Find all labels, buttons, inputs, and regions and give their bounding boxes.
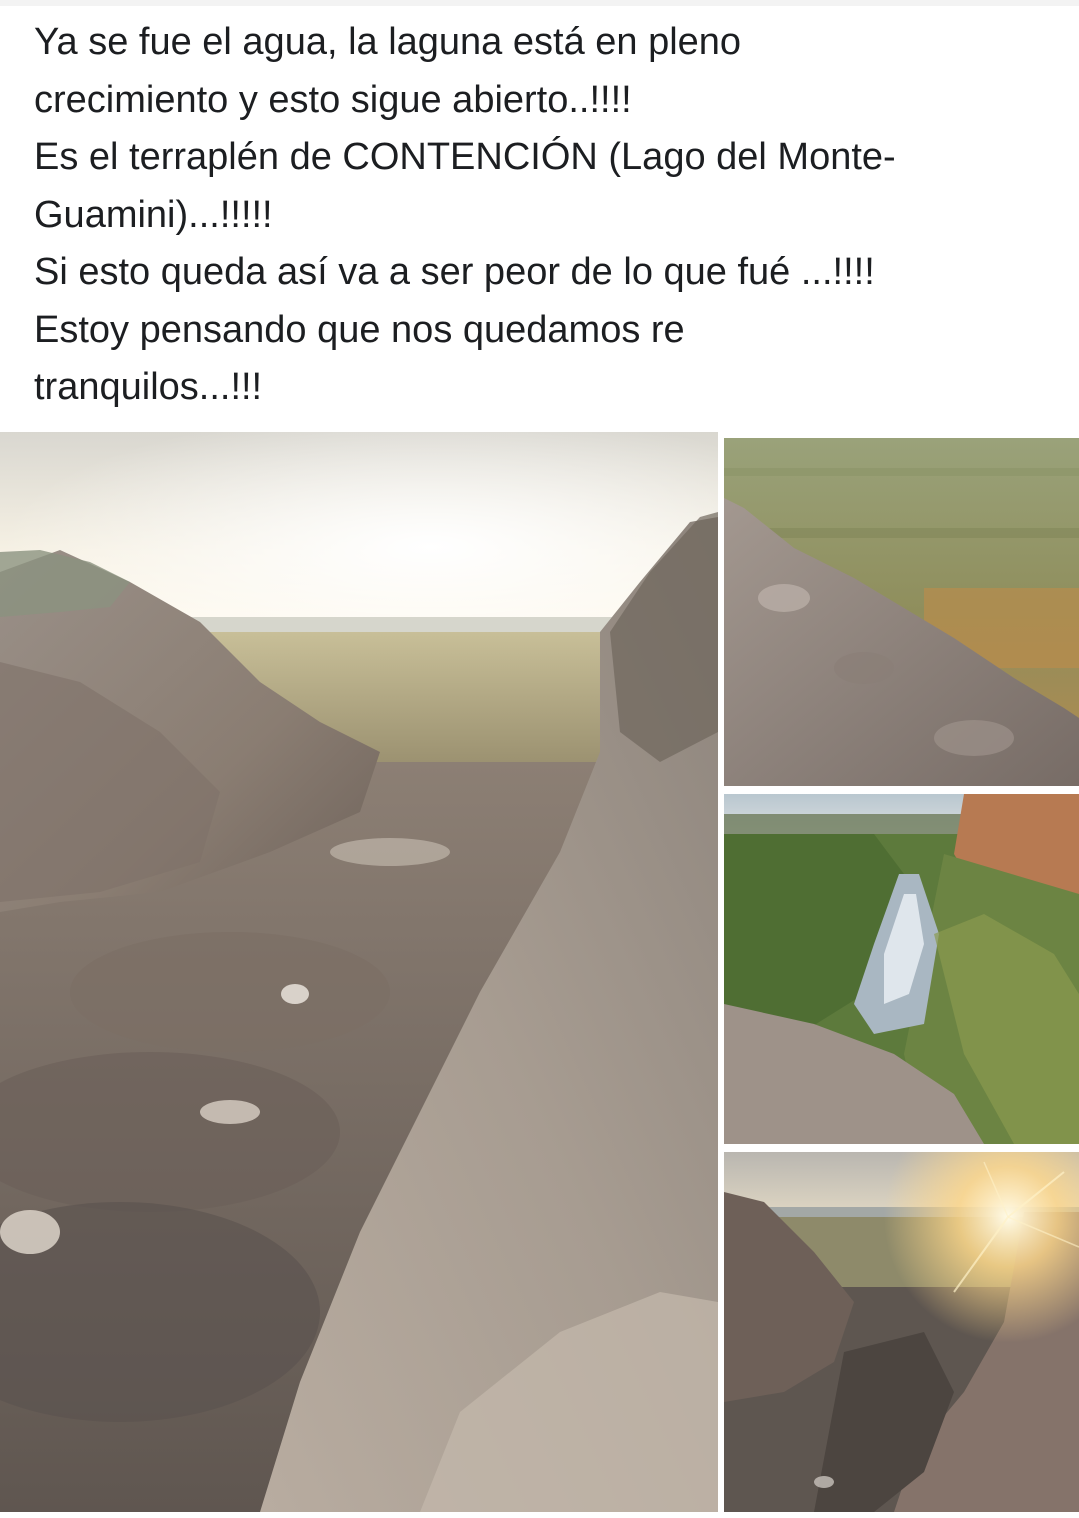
stream-channel-photo[interactable] [724,794,1079,1144]
dirt-mound-field-image [724,438,1079,786]
post: Ya se fue el agua, la laguna está en ple… [0,0,1079,1518]
post-text-line: tranquilos...!!! [34,366,263,408]
channel-sunrise-photo[interactable] [724,1152,1079,1512]
photo-gallery [0,432,1079,1518]
embankment-breach-sunset-photo[interactable] [0,432,718,1512]
channel-sunrise-image [724,1152,1079,1512]
post-text-line: Estoy pensando que nos quedamos re [34,308,685,351]
post-text-line: Si esto queda así va a ser peor de lo qu… [34,251,875,293]
stream-channel-image [724,794,1079,1144]
post-text-line: Es el terraplén de CONTENCIÓN (Lago del … [34,136,896,178]
dirt-mound-field-photo[interactable] [724,438,1079,786]
post-text: Ya se fue el agua, la laguna está en ple… [34,14,1044,417]
top-divider [0,0,1079,6]
post-text-line: Ya se fue el agua, la laguna está en ple… [34,21,742,63]
post-text-line: Guamini)...!!!!! [34,193,273,236]
post-text-line: crecimiento y esto sigue abierto..!!!! [34,78,632,121]
embankment-breach-sunset-image [0,432,718,1512]
